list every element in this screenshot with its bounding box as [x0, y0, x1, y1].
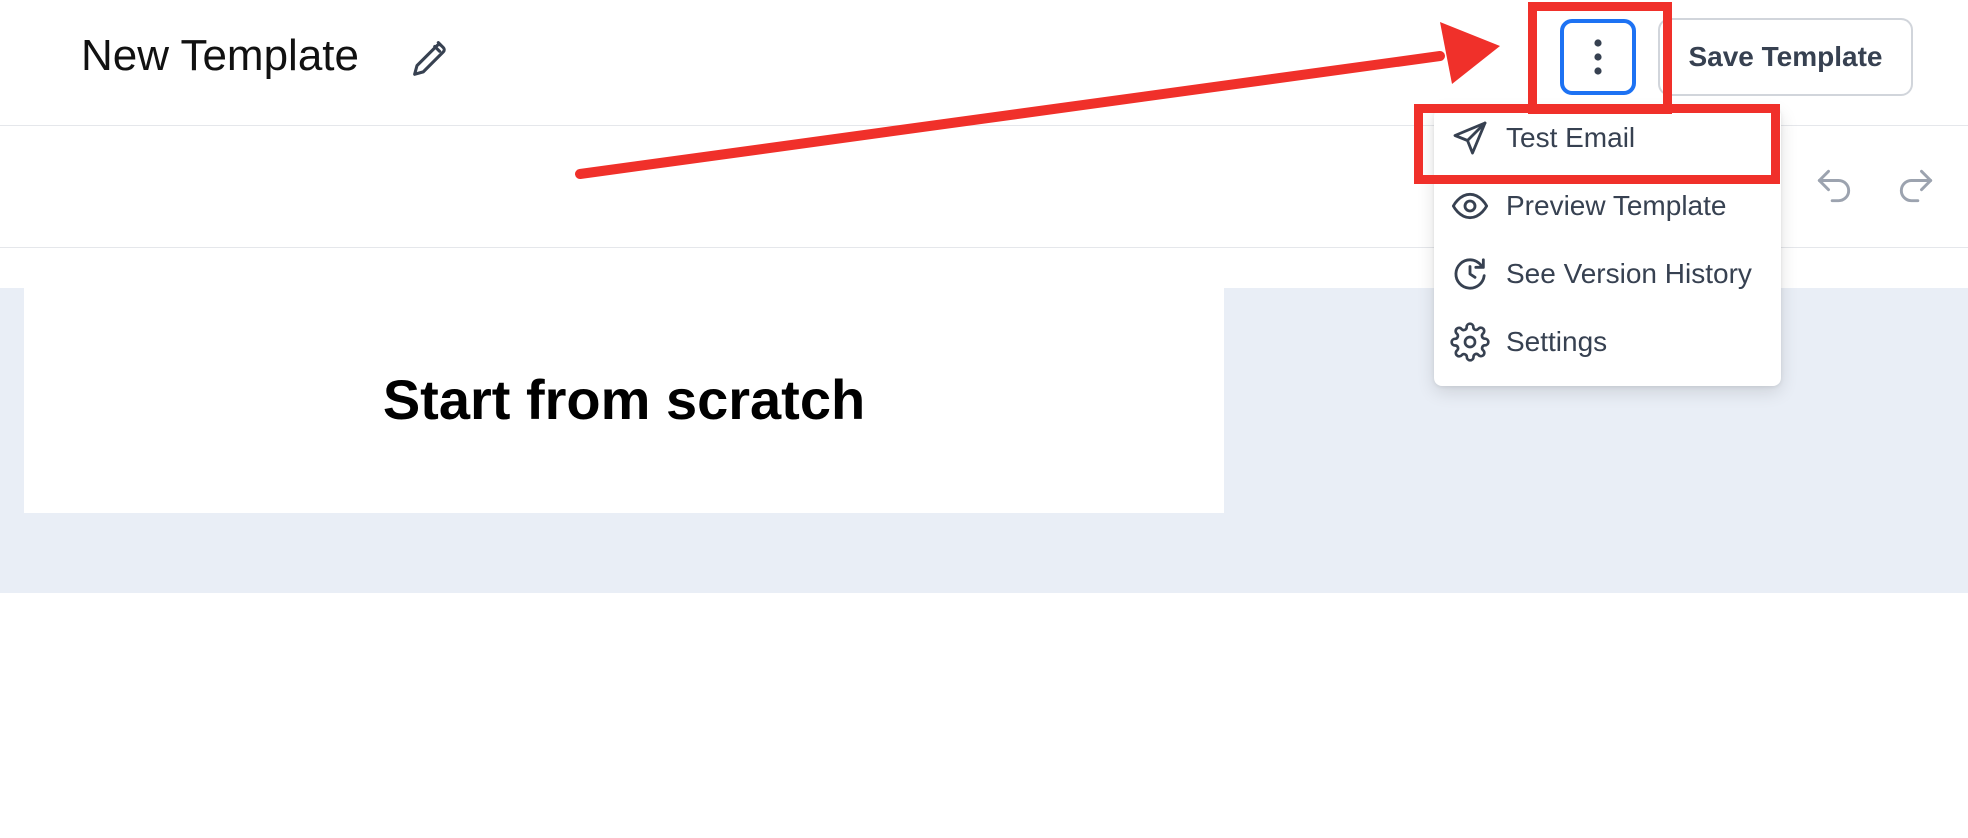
gear-icon [1450, 322, 1490, 362]
menu-item-settings[interactable]: Settings [1434, 312, 1781, 372]
pencil-icon[interactable] [406, 34, 452, 80]
canvas-heading: Start from scratch [382, 368, 866, 431]
menu-item-preview-template[interactable]: Preview Template [1434, 176, 1781, 236]
template-title: New Template [81, 31, 359, 80]
menu-item-label: See Version History [1506, 258, 1752, 289]
save-template-button[interactable]: Save Template [1658, 18, 1913, 96]
menu-item-label: Settings [1506, 326, 1608, 357]
more-options-button[interactable] [1560, 19, 1636, 95]
menu-item-test-email[interactable]: Test Email [1434, 108, 1781, 168]
eye-icon [1450, 186, 1490, 226]
undo-icon[interactable] [1812, 164, 1856, 208]
menu-item-version-history[interactable]: See Version History [1434, 244, 1781, 304]
menu-item-label: Test Email [1506, 122, 1636, 153]
send-icon [1450, 118, 1490, 158]
menu-item-label: Preview Template [1506, 190, 1727, 221]
redo-icon[interactable] [1894, 164, 1938, 208]
vertical-dots-icon [1594, 39, 1602, 75]
more-options-menu: Test Email Preview Template See Version … [1434, 108, 1781, 386]
history-icon [1450, 254, 1490, 294]
